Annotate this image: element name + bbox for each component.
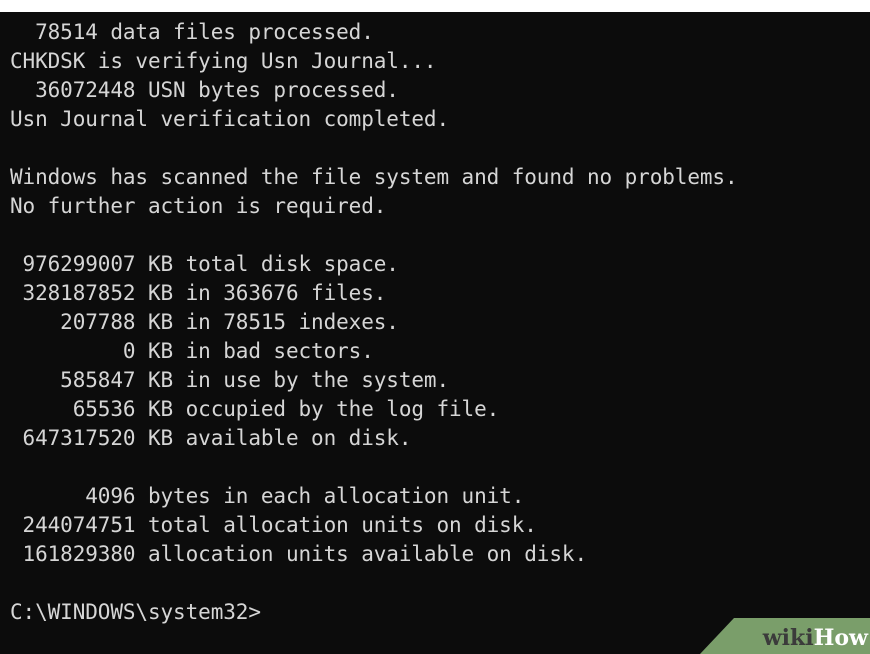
console-line: 4096 bytes in each allocation unit. — [10, 484, 525, 508]
console-line: 65536 KB occupied by the log file. — [10, 397, 500, 421]
wikihow-logo: wikiHow — [762, 625, 868, 651]
console-line: 36072448 USN bytes processed. — [10, 78, 399, 102]
console-line: 976299007 KB total disk space. — [10, 252, 399, 276]
console-line: 244074751 total allocation units on disk… — [10, 513, 537, 537]
console-line: 207788 KB in 78515 indexes. — [10, 310, 399, 334]
console-line: 328187852 KB in 363676 files. — [10, 281, 387, 305]
console-line: 585847 KB in use by the system. — [10, 368, 450, 392]
console-line: Usn Journal verification completed. — [10, 107, 450, 131]
console-line: 78514 data files processed. — [10, 20, 374, 44]
command-prompt-console[interactable]: 78514 data files processed. CHKDSK is ve… — [0, 12, 870, 654]
console-output: 78514 data files processed. CHKDSK is ve… — [10, 18, 870, 627]
console-line: 647317520 KB available on disk. — [10, 426, 412, 450]
console-line: 0 KB in bad sectors. — [10, 339, 374, 363]
console-line: CHKDSK is verifying Usn Journal... — [10, 49, 437, 73]
console-line: 161829380 allocation units available on … — [10, 542, 588, 566]
console-line: Windows has scanned the file system and … — [10, 165, 738, 189]
console-line: No further action is required. — [10, 194, 387, 218]
